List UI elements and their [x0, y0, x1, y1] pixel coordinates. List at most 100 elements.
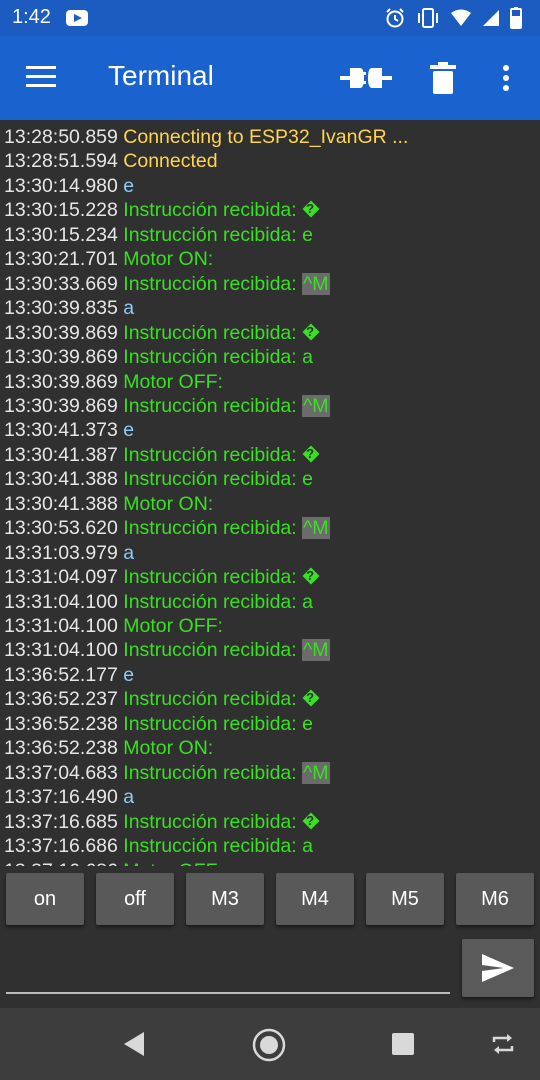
line-message: Instrucción recibida:	[123, 566, 297, 589]
replacement-char-icon	[302, 442, 320, 466]
terminal-line: 13:28:51.594 Connected	[4, 149, 218, 173]
macro-button-row: on off M3 M4 M5 M6	[6, 873, 540, 925]
line-timestamp: 13:37:16.685	[4, 810, 118, 833]
line-timestamp: 13:31:03.979	[4, 541, 118, 564]
terminal-line: 13:36:52.177 e	[4, 663, 134, 687]
macro-button-m3[interactable]: M3	[186, 873, 264, 925]
status-bar: 1:42	[0, 0, 540, 36]
replacement-char-icon	[302, 564, 320, 588]
terminal-line: 13:30:41.387 Instrucción recibida:	[4, 442, 320, 467]
line-message: Instrucción recibida: e	[123, 468, 313, 491]
terminal-line: 13:36:52.237 Instrucción recibida:	[4, 686, 320, 711]
line-message: Instrucción recibida:	[123, 394, 297, 417]
send-icon	[482, 954, 514, 982]
line-timestamp: 13:37:16.490	[4, 786, 118, 809]
terminal-line: 13:30:53.620 Instrucción recibida: ^M	[4, 516, 330, 540]
line-timestamp: 13:30:21.701	[4, 248, 118, 271]
line-timestamp: 13:30:15.228	[4, 199, 118, 222]
terminal-line: 13:37:16.686 Instrucción recibida: a	[4, 834, 313, 858]
line-timestamp: 13:30:41.387	[4, 443, 118, 466]
macro-button-m5[interactable]: M5	[366, 873, 444, 925]
line-message: Instrucción recibida:	[123, 517, 297, 540]
line-timestamp: 13:31:04.100	[4, 639, 118, 662]
more-vert-icon[interactable]	[500, 64, 512, 92]
line-timestamp: 13:30:15.234	[4, 223, 118, 246]
line-message: Motor OFF:	[123, 615, 223, 637]
terminal-line: 13:37:16.686 Motor OFF:	[4, 859, 223, 867]
line-timestamp: 13:31:04.100	[4, 615, 118, 637]
terminal-line: 13:30:14.980 e	[4, 174, 134, 198]
macro-button-on[interactable]: on	[6, 873, 84, 925]
line-message: Instrucción recibida:	[123, 639, 297, 662]
connect-plug-icon[interactable]	[340, 62, 392, 94]
line-timestamp: 13:30:39.869	[4, 370, 118, 393]
terminal-line: 13:36:52.238 Instrucción recibida: e	[4, 712, 313, 736]
line-message: Instrucción recibida: e	[123, 223, 313, 246]
control-char: ^M	[302, 761, 330, 784]
terminal-output[interactable]: 13:28:50.859 Connecting to ESP32_IvanGR …	[0, 120, 540, 866]
terminal-line: 13:30:39.835 a	[4, 296, 134, 320]
app-title: Terminal	[108, 60, 214, 91]
vibrate-icon	[418, 8, 438, 28]
control-char: ^M	[302, 394, 330, 417]
back-icon[interactable]	[122, 1031, 146, 1057]
replacement-char-icon	[302, 320, 320, 344]
control-char: ^M	[302, 272, 330, 295]
send-button[interactable]	[462, 939, 534, 997]
terminal-line: 13:37:16.490 a	[4, 785, 134, 809]
line-message: Instrucción recibida: a	[123, 590, 313, 613]
terminal-line: 13:37:04.683 Instrucción recibida: ^M	[4, 761, 330, 785]
terminal-line: 13:30:15.234 Instrucción recibida: e	[4, 223, 313, 247]
line-timestamp: 13:31:04.100	[4, 590, 118, 613]
line-message: Instrucción recibida:	[123, 688, 297, 711]
line-message: Connecting to ESP32_IvanGR ...	[123, 126, 409, 148]
line-timestamp: 13:30:39.835	[4, 297, 118, 320]
navigation-bar	[0, 1008, 540, 1080]
line-timestamp: 13:37:16.686	[4, 860, 118, 867]
line-timestamp: 13:28:51.594	[4, 150, 118, 173]
line-message: Instrucción recibida:	[123, 810, 297, 833]
menu-icon[interactable]	[26, 66, 56, 88]
terminal-line: 13:30:41.373 e	[4, 418, 134, 442]
line-timestamp: 13:36:52.238	[4, 737, 118, 760]
terminal-line: 13:37:16.685 Instrucción recibida:	[4, 809, 320, 834]
line-message: Instrucción recibida: a	[123, 835, 313, 858]
line-timestamp: 13:30:39.869	[4, 321, 118, 344]
line-message: Instrucción recibida: a	[123, 346, 313, 369]
send-text-input[interactable]	[6, 940, 450, 994]
line-message: Instrucción recibida: e	[123, 712, 313, 735]
home-icon[interactable]	[252, 1028, 286, 1062]
line-message: Motor ON:	[123, 492, 214, 515]
line-timestamp: 13:30:41.373	[4, 419, 118, 442]
line-message: e	[123, 174, 135, 197]
line-message: Instrucción recibida:	[123, 199, 297, 222]
trash-icon[interactable]	[430, 62, 456, 94]
replacement-char-icon	[302, 197, 320, 221]
macro-button-m4[interactable]: M4	[276, 873, 354, 925]
line-message: Motor ON:	[123, 737, 214, 760]
app-bar: Terminal	[0, 36, 540, 120]
line-message: Instrucción recibida:	[123, 761, 297, 784]
line-timestamp: 13:30:14.980	[4, 174, 118, 197]
line-message: Instrucción recibida:	[123, 272, 297, 295]
control-char: ^M	[302, 517, 330, 540]
terminal-line: 13:31:03.979 a	[4, 541, 134, 565]
rotate-icon[interactable]	[490, 1034, 516, 1054]
line-timestamp: 13:36:52.237	[4, 688, 118, 711]
line-timestamp: 13:36:52.238	[4, 712, 118, 735]
youtube-icon	[66, 10, 88, 26]
terminal-line: 13:31:04.100 Instrucción recibida: ^M	[4, 638, 330, 662]
line-timestamp: 13:28:50.859	[4, 126, 118, 148]
battery-icon	[510, 7, 522, 29]
terminal-line: 13:30:41.388 Instrucción recibida: e	[4, 467, 313, 491]
wifi-icon	[451, 9, 471, 26]
terminal-line: 13:30:39.869 Instrucción recibida: a	[4, 345, 313, 369]
terminal-line: 13:30:41.388 Motor ON:	[4, 492, 213, 516]
macro-button-off[interactable]: off	[96, 873, 174, 925]
terminal-line: 13:31:04.100 Instrucción recibida: a	[4, 590, 313, 614]
line-timestamp: 13:36:52.177	[4, 663, 118, 686]
line-message: a	[123, 786, 135, 809]
recents-icon[interactable]	[392, 1033, 414, 1055]
macro-button-m6[interactable]: M6	[456, 873, 534, 925]
terminal-line: 13:30:39.869 Motor OFF:	[4, 370, 223, 394]
